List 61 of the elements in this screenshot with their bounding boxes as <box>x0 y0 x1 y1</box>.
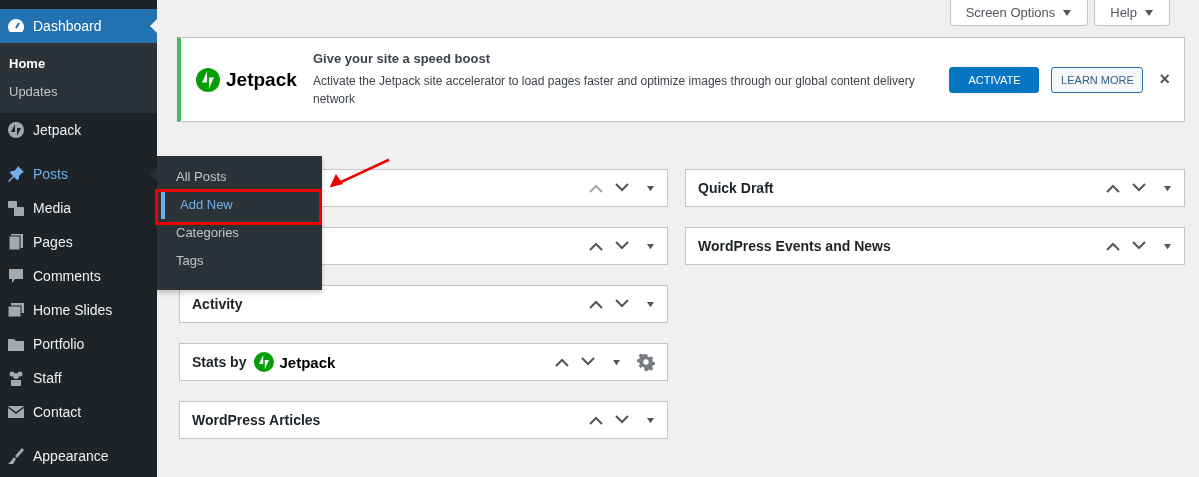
submenu-item[interactable]: Tags <box>157 247 322 275</box>
widget-title: Stats by <box>192 354 247 370</box>
toggle-icon[interactable] <box>612 358 621 366</box>
close-button[interactable]: × <box>1155 69 1174 90</box>
menu-item[interactable]: Appearance <box>0 439 157 473</box>
toggle-icon[interactable] <box>646 300 655 308</box>
caret-icon <box>1062 8 1073 17</box>
notice-title: Give your site a speed boost <box>313 51 491 66</box>
move-down-icon[interactable] <box>614 415 630 425</box>
toggle-icon[interactable] <box>1163 242 1172 250</box>
toggle-icon[interactable] <box>646 416 655 424</box>
dropdown-button[interactable]: Help <box>1094 0 1170 26</box>
pin-icon <box>6 164 26 184</box>
move-up-icon[interactable] <box>588 415 604 425</box>
toggle-icon[interactable] <box>1163 184 1172 192</box>
menu-item[interactable]: Staff <box>0 361 157 395</box>
move-down-icon[interactable] <box>614 183 630 193</box>
brush-icon <box>6 446 26 466</box>
menu-item[interactable]: Portfolio <box>0 327 157 361</box>
toggle-icon[interactable] <box>646 184 655 192</box>
jetpack-logo-icon <box>254 352 275 372</box>
jetpack-icon <box>6 120 26 140</box>
caret-icon <box>1144 8 1154 17</box>
move-up-icon[interactable] <box>588 299 604 309</box>
menu-item[interactable]: Posts <box>0 157 157 191</box>
settings-icon[interactable] <box>637 353 655 371</box>
menu-item[interactable]: Media <box>0 191 157 225</box>
move-down-icon[interactable] <box>614 241 630 251</box>
menu-item[interactable]: Comments <box>0 259 157 293</box>
brand-name: Jetpack <box>279 353 336 371</box>
menu-item[interactable]: Pages <box>0 225 157 259</box>
widget-title: Quick Draft <box>698 180 774 196</box>
move-up-icon[interactable] <box>554 357 570 367</box>
submenu-item[interactable]: Updates <box>0 78 157 106</box>
submenu-item[interactable]: Home <box>0 50 157 78</box>
menu-item[interactable]: Jetpack <box>0 113 157 147</box>
brand-name: Jetpack <box>226 68 297 91</box>
move-down-icon[interactable] <box>1131 241 1147 251</box>
slides-icon <box>6 300 26 320</box>
widget-title: WordPress Articles <box>192 412 321 428</box>
activate-button[interactable]: ACTIVATE <box>949 66 1040 93</box>
pages-icon <box>6 232 26 252</box>
dropdown-button[interactable]: Screen Options <box>949 0 1089 26</box>
widget-title: Activity <box>192 296 243 312</box>
move-up-icon[interactable] <box>1105 183 1121 193</box>
menu-item[interactable]: Dashboard <box>0 9 157 43</box>
widget-title: WordPress Events and News <box>698 238 891 254</box>
menu-item[interactable]: Contact <box>0 395 157 429</box>
menu-item[interactable]: Home Slides <box>0 293 157 327</box>
jetpack-logo-icon <box>196 67 220 92</box>
move-down-icon[interactable] <box>580 357 596 367</box>
learn-more-button[interactable]: LEARN MORE <box>1051 66 1144 93</box>
move-down-icon[interactable] <box>1131 183 1147 193</box>
toggle-icon[interactable] <box>646 242 655 250</box>
submenu-item[interactable]: All Posts <box>157 163 322 191</box>
media-icon <box>6 198 26 218</box>
move-down-icon[interactable] <box>614 299 630 309</box>
move-up-icon[interactable] <box>1105 241 1121 251</box>
move-up-icon[interactable] <box>588 241 604 251</box>
notice-text: Activate the Jetpack site accelerator to load pages faster and optimize images through our global content delivery network <box>313 73 916 108</box>
submenu-item[interactable]: Categories <box>157 219 322 247</box>
